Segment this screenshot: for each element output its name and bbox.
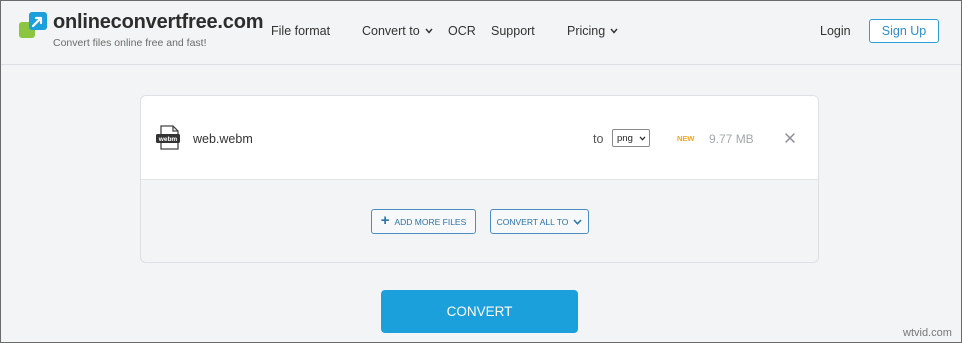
format-select[interactable]: png xyxy=(612,129,650,147)
plus-icon: + xyxy=(380,212,390,229)
login-link[interactable]: Login xyxy=(820,24,851,38)
file-type-icon: webm xyxy=(156,125,180,150)
file-list-card: webm web.webm to png NEW 9.77 MB + ADD M… xyxy=(140,95,819,263)
chevron-down-icon xyxy=(610,28,618,34)
brand-tagline: Convert files online free and fast! xyxy=(53,37,207,49)
chevron-down-icon xyxy=(573,218,582,225)
nav-convert-to-label: Convert to xyxy=(362,24,420,38)
to-label: to xyxy=(593,132,604,146)
nav-ocr-label: OCR xyxy=(448,24,476,38)
chevron-down-icon xyxy=(425,28,433,34)
nav-support-label: Support xyxy=(491,24,535,38)
nav-file-format[interactable]: File format xyxy=(271,24,330,38)
brand-title[interactable]: onlineconvertfree.com xyxy=(53,11,264,34)
close-icon[interactable] xyxy=(783,131,797,145)
file-name: web.webm xyxy=(193,132,253,146)
format-select-value: png xyxy=(617,132,633,144)
chevron-down-icon xyxy=(639,135,646,141)
nav-pricing[interactable]: Pricing xyxy=(567,24,618,38)
add-more-files-button[interactable]: + ADD MORE FILES xyxy=(371,209,476,234)
file-type-label: webm xyxy=(158,136,178,143)
signup-button[interactable]: Sign Up xyxy=(869,19,939,43)
nav-convert-to[interactable]: Convert to xyxy=(362,24,433,38)
nav-pricing-label: Pricing xyxy=(567,24,606,38)
watermark: wtvid.com xyxy=(903,327,952,339)
new-badge: NEW xyxy=(677,134,695,143)
file-row: webm web.webm to png NEW 9.77 MB xyxy=(141,96,818,180)
nav-support[interactable]: Support xyxy=(491,24,535,38)
nav-file-format-label: File format xyxy=(271,24,331,38)
logo-icon[interactable] xyxy=(19,12,47,40)
convert-all-to-button[interactable]: CONVERT ALL TO xyxy=(490,209,589,234)
nav-ocr[interactable]: OCR xyxy=(448,24,476,38)
site-header: onlineconvertfree.com Convert files onli… xyxy=(1,1,961,65)
convert-all-to-label: CONVERT ALL TO xyxy=(496,216,569,227)
add-more-files-label: ADD MORE FILES xyxy=(394,216,467,227)
file-size: 9.77 MB xyxy=(709,132,754,146)
convert-button[interactable]: CONVERT xyxy=(381,290,578,333)
